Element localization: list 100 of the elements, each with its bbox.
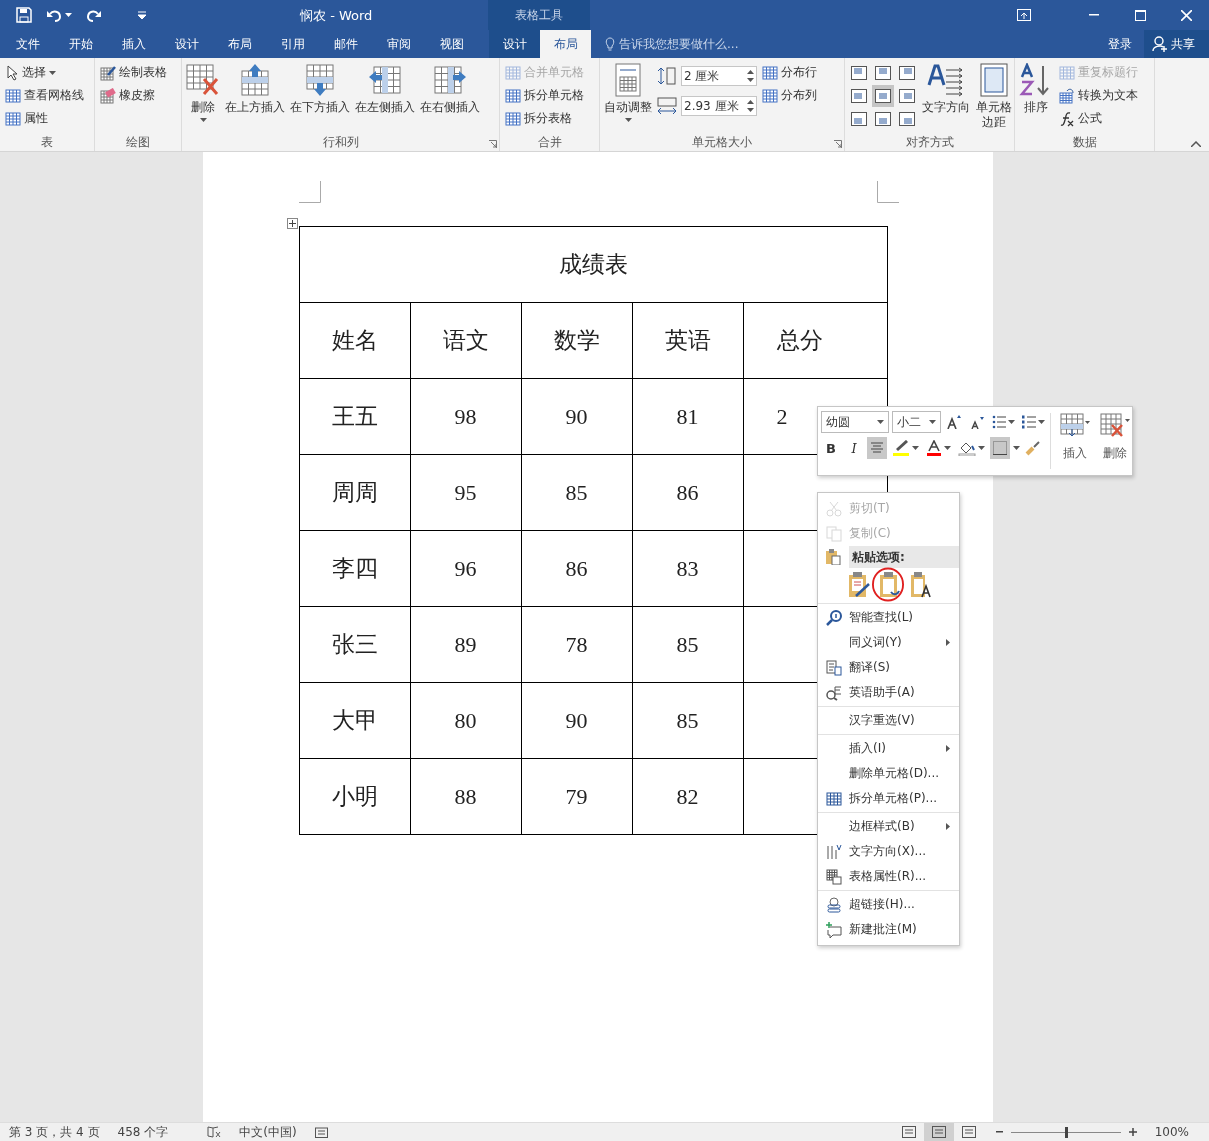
menu-item[interactable]: 表格属性(R)...: [818, 864, 959, 889]
ribbon-button[interactable]: 在下方插入: [289, 61, 351, 117]
corner-mark: [298, 181, 321, 203]
menu-item[interactable]: 删除单元格(D)...: [818, 761, 959, 786]
table-cell: 96: [410, 530, 521, 607]
ribbon-button[interactable]: 排序: [1018, 61, 1054, 117]
menu-item[interactable]: 超链接(H)...: [818, 892, 959, 917]
cell-margins-icon: [977, 63, 1011, 97]
insert-button[interactable]: 插入: [1055, 413, 1095, 469]
ribbon-button[interactable]: 自动调整: [603, 61, 653, 124]
ribbon-button[interactable]: 在右侧插入: [419, 61, 481, 117]
menu-item[interactable]: 同义词(Y): [818, 630, 959, 655]
ribbon-button[interactable]: 在上方插入: [224, 61, 286, 117]
menu-item[interactable]: 英语助手(A): [818, 680, 959, 705]
table-cell: 李四: [299, 530, 410, 607]
view-button[interactable]: [923, 1123, 954, 1141]
ribbon-tab[interactable]: 视图: [425, 30, 478, 58]
size-field[interactable]: 2 厘米: [681, 66, 757, 86]
ribbon-button[interactable]: 在左侧插入: [354, 61, 416, 117]
table-icon: [5, 87, 21, 104]
align-icon: [875, 112, 891, 126]
comment-icon: [825, 921, 842, 938]
ribbon-button[interactable]: 查看网格线: [3, 84, 86, 107]
delete-button[interactable]: 删除: [1095, 413, 1135, 469]
caret-icon: [65, 13, 72, 17]
menu-item[interactable]: 插入(I): [818, 736, 959, 761]
ribbon-tab[interactable]: 插入: [107, 30, 160, 58]
menu-item[interactable]: 新建批注(M): [818, 917, 959, 942]
macro-icon: [314, 1126, 328, 1138]
table-cell: 80: [410, 682, 521, 759]
table-cell: 85: [632, 606, 743, 683]
share-button[interactable]: 共享: [1144, 30, 1209, 58]
table-left-arrow-icon: [368, 63, 402, 97]
page-count: 第 3 页，共 4 页: [8, 1123, 101, 1141]
ribbon-tab[interactable]: 邮件: [319, 30, 372, 58]
ribbon-button[interactable]: 单元格边距: [974, 61, 1014, 132]
ribbon-button[interactable]: 公式: [1057, 107, 1140, 130]
menu-item[interactable]: 文字方向(X)...: [818, 839, 959, 864]
group-label: 合并: [536, 134, 563, 151]
menu-item[interactable]: 汉字重选(V): [818, 708, 959, 733]
zoom-percent: 100%: [1153, 1125, 1190, 1139]
borders-button[interactable]: [990, 437, 1010, 459]
caret-icon: [912, 446, 919, 450]
ribbon-tab[interactable]: 设计: [160, 30, 213, 58]
table-cell: 大甲: [299, 682, 410, 759]
font-field[interactable]: 幼圆: [821, 411, 889, 433]
paste-option[interactable]: [910, 572, 932, 598]
align-icon: [875, 89, 891, 103]
ribbon-tab[interactable]: 引用: [266, 30, 319, 58]
ribbon-button[interactable]: 文字方向: [921, 61, 971, 117]
table-move-handle-icon: [286, 218, 298, 229]
ribbon-button[interactable]: 拆分表格: [503, 107, 586, 130]
collapse-icon: [1191, 141, 1201, 147]
ribbon-button[interactable]: 绘制表格: [98, 61, 169, 84]
zoom-slider-thumb[interactable]: [1064, 1126, 1068, 1138]
caret-icon: [877, 420, 884, 424]
paste-option[interactable]: [848, 572, 870, 598]
column-width-icon: [656, 96, 678, 116]
close-icon: [1180, 9, 1192, 21]
size-field[interactable]: 2.93 厘米: [681, 96, 757, 116]
person-add-icon: [1152, 36, 1168, 52]
spin-arrows-icon: [747, 70, 754, 82]
web-layout-icon: [961, 1126, 976, 1138]
ribbon-tab[interactable]: 布局: [213, 30, 266, 58]
ribbon-button[interactable]: 属性: [3, 107, 86, 130]
highlight-button[interactable]: [890, 437, 921, 459]
table-icon: [505, 87, 521, 104]
font-color-button[interactable]: [924, 437, 953, 459]
ribbon-tab[interactable]: 文件: [1, 30, 54, 58]
menu-item[interactable]: 拆分单元格(P)...: [818, 786, 959, 811]
group-label: 单元格大小: [691, 134, 753, 151]
menu-item[interactable]: 翻译(S): [818, 655, 959, 680]
ribbon-tab[interactable]: 设计: [489, 30, 540, 58]
paste-option[interactable]: [879, 572, 901, 598]
ribbon-button[interactable]: 转换为文本: [1057, 84, 1140, 107]
corner-mark: [876, 181, 899, 203]
table-cell: 85: [521, 454, 632, 531]
group-label: 行和列: [321, 134, 360, 151]
dialog-launcher-icon[interactable]: [834, 140, 842, 148]
ribbon-tab[interactable]: 审阅: [372, 30, 425, 58]
table-right-arrow-icon: [433, 63, 467, 97]
scissors-icon: [825, 500, 842, 517]
ribbon-button[interactable]: 拆分单元格: [503, 84, 586, 107]
menu-item[interactable]: 智能查找(L): [818, 605, 959, 630]
ribbon-tab[interactable]: 开始: [54, 30, 107, 58]
tell-me-field[interactable]: 告诉我您想要做什么...: [591, 30, 745, 58]
table-cell: 85: [632, 682, 743, 759]
clipboard-brush-icon: [848, 572, 870, 598]
ribbon-button[interactable]: 分布行: [760, 61, 819, 84]
font-size-field[interactable]: 小二: [892, 411, 941, 433]
dialog-launcher-icon[interactable]: [489, 140, 497, 148]
ribbon-button[interactable]: 分布列: [760, 84, 819, 107]
sign-in-button[interactable]: 登录: [1096, 30, 1144, 58]
align-button[interactable]: [872, 85, 894, 107]
menu-item[interactable]: 边框样式(B): [818, 814, 959, 839]
align-icon: [875, 66, 891, 80]
ribbon-button[interactable]: 橡皮擦: [98, 84, 169, 107]
ribbon-button[interactable]: 删除: [185, 61, 221, 124]
ribbon-tab[interactable]: 布局: [540, 30, 591, 58]
ribbon-button[interactable]: 选择: [3, 61, 86, 84]
